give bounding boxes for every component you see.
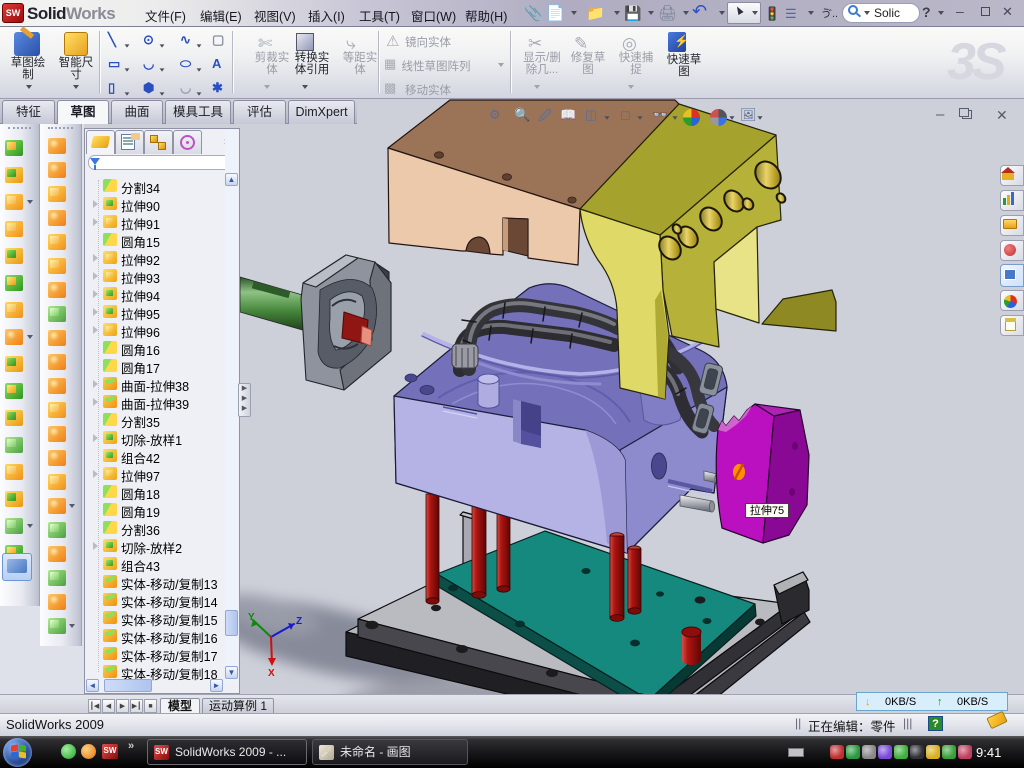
svg-text:X: X xyxy=(268,668,275,679)
svg-text:Z: Z xyxy=(296,616,302,627)
svg-text:Y: Y xyxy=(248,612,255,623)
